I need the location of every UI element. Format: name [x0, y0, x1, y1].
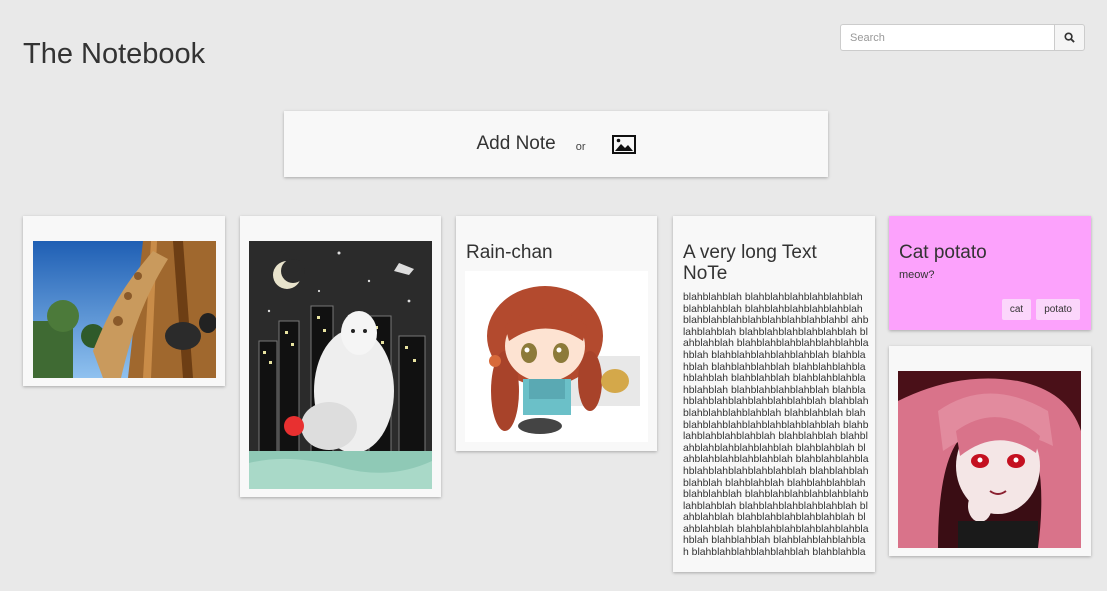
note-card-rain-chan[interactable]: Rain-chan	[456, 216, 657, 451]
search-icon	[1064, 32, 1075, 43]
tag-cat[interactable]: cat	[1001, 299, 1032, 320]
search-input[interactable]	[840, 24, 1054, 51]
note-image	[249, 241, 432, 489]
tag-potato[interactable]: potato	[1036, 299, 1080, 320]
add-image-button[interactable]	[611, 134, 636, 154]
note-card-giraffe[interactable]	[23, 216, 225, 386]
note-card-cat-potato[interactable]: Cat potato meow? cat potato	[889, 216, 1091, 330]
note-card-illustration[interactable]	[240, 216, 441, 497]
note-title: Rain-chan	[466, 242, 553, 263]
note-title: A very long Text NoTe	[683, 242, 817, 284]
or-label: or	[575, 140, 586, 153]
image-icon	[611, 134, 636, 154]
note-body: meow?	[899, 269, 935, 281]
note-image	[33, 241, 216, 378]
note-image	[465, 271, 648, 442]
note-card-long-text[interactable]: A very long Text NoTe blahblahblah blahb…	[673, 216, 875, 572]
tag-list: cat potato	[1001, 299, 1080, 320]
note-image	[898, 371, 1081, 548]
search-bar	[840, 24, 1085, 51]
add-note-button[interactable]: Add Note	[476, 133, 555, 155]
add-note-bar: Add Note or	[284, 111, 828, 177]
app-title: The Notebook	[23, 38, 206, 70]
search-button[interactable]	[1054, 24, 1085, 51]
note-title: Cat potato	[899, 242, 987, 263]
note-body: blahblahblah blahblahblahblahblahblah bl…	[683, 292, 869, 558]
note-card-anime-girl[interactable]	[889, 346, 1091, 556]
